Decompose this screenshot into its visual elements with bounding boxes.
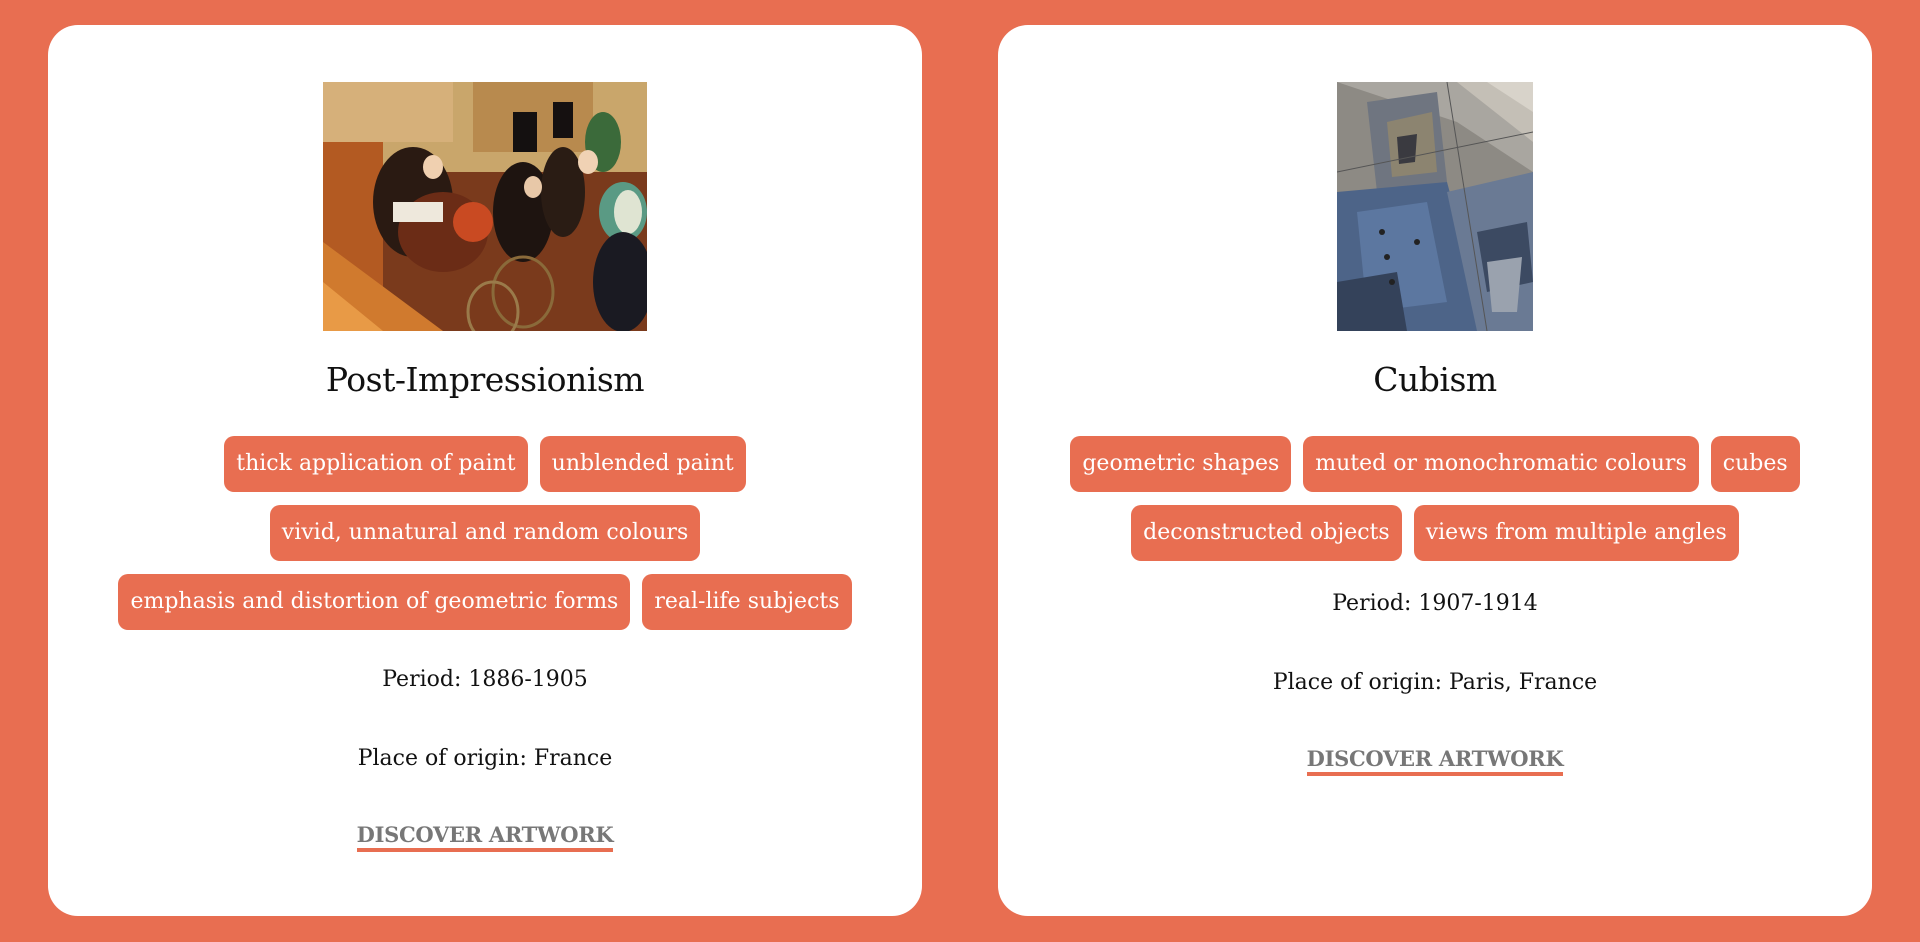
artwork-image: [1337, 82, 1533, 331]
art-movement-card-cubism: Cubism geometric shapes muted or monochr…: [998, 25, 1872, 916]
characteristic-tag: vivid, unnatural and random colours: [269, 504, 701, 561]
period-text: Period: 1907-1914: [1332, 590, 1538, 616]
painting-moulin-rouge-icon: [323, 82, 647, 331]
origin-text: Place of origin: Paris, France: [1272, 669, 1598, 695]
page: Post-Impressionism thick application of …: [0, 0, 1920, 942]
characteristics-tags: geometric shapes muted or monochromatic …: [1055, 435, 1815, 561]
origin-text: Place of origin: France: [357, 745, 613, 771]
discover-artwork-link[interactable]: DISCOVER ARTWORK: [356, 822, 614, 852]
discover-artwork-link[interactable]: DISCOVER ARTWORK: [1306, 746, 1564, 776]
painting-cubist-portrait-icon: [1337, 82, 1533, 331]
characteristic-tag: muted or monochromatic colours: [1303, 435, 1699, 492]
movement-title: Cubism: [1373, 360, 1497, 399]
characteristics-tags: thick application of paint unblended pai…: [105, 435, 865, 630]
movement-title: Post-Impressionism: [325, 360, 645, 399]
art-movement-card-post-impressionism: Post-Impressionism thick application of …: [48, 25, 922, 916]
characteristic-tag: unblended paint: [539, 435, 746, 492]
characteristic-tag: emphasis and distortion of geometric for…: [118, 573, 631, 630]
characteristic-tag: real-life subjects: [642, 573, 852, 630]
characteristic-tag: thick application of paint: [224, 435, 528, 492]
characteristic-tag: geometric shapes: [1070, 435, 1292, 492]
characteristic-tag: cubes: [1710, 435, 1800, 492]
artwork-image: [323, 82, 647, 331]
characteristic-tag: views from multiple angles: [1413, 504, 1739, 561]
period-text: Period: 1886-1905: [382, 666, 588, 692]
characteristic-tag: deconstructed objects: [1131, 504, 1402, 561]
